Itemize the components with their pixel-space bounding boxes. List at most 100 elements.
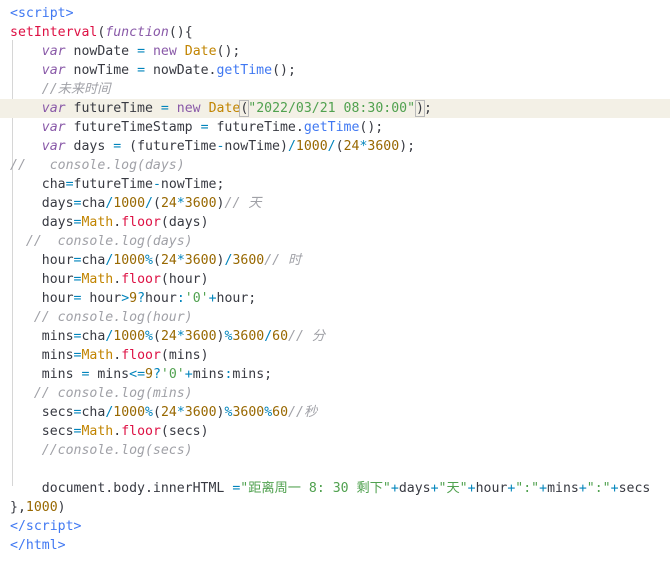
code-line[interactable]: days=cha/1000/(24*3600)// 天 bbox=[10, 194, 670, 213]
code-line[interactable]: //未来时间 bbox=[10, 80, 670, 99]
code-token: Math bbox=[81, 348, 114, 363]
code-token: mins bbox=[10, 348, 74, 363]
code-token: days bbox=[10, 196, 74, 211]
code-token: + bbox=[578, 481, 587, 496]
code-token: document.body.innerHTML bbox=[10, 481, 233, 496]
code-token: days bbox=[10, 215, 74, 230]
code-token: 3600 bbox=[232, 253, 265, 268]
code-line[interactable]: <script> bbox=[10, 4, 670, 23]
code-token: + bbox=[184, 367, 193, 382]
code-token: cha bbox=[10, 177, 66, 192]
code-token: mins bbox=[547, 481, 579, 496]
code-token: 1000 bbox=[113, 329, 146, 344]
code-token: ; bbox=[423, 101, 432, 116]
code-token: + bbox=[539, 481, 548, 496]
code-token: % bbox=[145, 329, 153, 344]
code-line[interactable]: var futureTimeStamp = futureTime.getTime… bbox=[10, 118, 670, 137]
code-token: setInterval bbox=[10, 25, 98, 40]
code-token: // console.log(hour) bbox=[10, 310, 193, 325]
code-line[interactable]: var days = (futureTime-nowTime)/1000/(24… bbox=[10, 137, 670, 156]
code-token: //console.log(secs) bbox=[10, 443, 193, 458]
code-token: * bbox=[176, 253, 185, 268]
code-line[interactable]: mins = mins<=9?'0'+mins:mins; bbox=[10, 365, 670, 384]
code-token: + bbox=[467, 481, 476, 496]
code-token: > bbox=[121, 291, 130, 306]
code-token: mins bbox=[192, 367, 225, 382]
code-token: <script> bbox=[10, 6, 74, 21]
code-token: 1000 bbox=[295, 139, 328, 154]
code-token: 3600 bbox=[232, 405, 265, 420]
code-token: (hour) bbox=[160, 272, 209, 287]
code-token: 1000 bbox=[25, 500, 58, 515]
code-token: 3600 bbox=[184, 405, 217, 420]
code-token: mins bbox=[89, 367, 130, 382]
code-line[interactable]: // console.log(days) bbox=[10, 156, 670, 175]
code-token: 3600 bbox=[184, 253, 217, 268]
code-token: / bbox=[327, 139, 336, 154]
code-token: days bbox=[398, 481, 431, 496]
code-token: ) bbox=[216, 196, 225, 211]
code-token: // console.log(days) bbox=[10, 234, 193, 249]
code-line[interactable]: hour=Math.floor(hour) bbox=[10, 270, 670, 289]
code-token: futureTime bbox=[73, 177, 153, 192]
code-token: 24 bbox=[160, 253, 177, 268]
code-line[interactable] bbox=[10, 460, 670, 479]
code-token: * bbox=[176, 405, 185, 420]
code-token: nowTime bbox=[65, 63, 138, 78]
code-token: = bbox=[137, 44, 146, 59]
code-line[interactable]: // console.log(hour) bbox=[10, 308, 670, 327]
code-token: ) bbox=[57, 500, 66, 515]
code-token: . bbox=[113, 215, 122, 230]
code-line[interactable]: // console.log(mins) bbox=[10, 384, 670, 403]
code-line[interactable]: </html> bbox=[10, 536, 670, 555]
code-token: cha bbox=[81, 196, 106, 211]
code-token: nowTime) bbox=[224, 139, 288, 154]
code-token: ( bbox=[152, 253, 161, 268]
code-line[interactable]: },1000) bbox=[10, 498, 670, 517]
code-line[interactable]: </script> bbox=[10, 517, 670, 536]
code-line[interactable]: var nowDate = new Date(); bbox=[10, 42, 670, 61]
code-token: . bbox=[113, 348, 122, 363]
code-editor[interactable]: ⁀ <script>setInterval(function(){ var no… bbox=[0, 0, 670, 570]
code-line[interactable]: //console.log(secs) bbox=[10, 441, 670, 460]
code-line[interactable]: mins=Math.floor(mins) bbox=[10, 346, 670, 365]
code-token: (days) bbox=[160, 215, 209, 230]
code-token: ) bbox=[415, 100, 425, 117]
code-token: + bbox=[610, 481, 619, 496]
code-token: + bbox=[390, 481, 399, 496]
code-line[interactable]: mins=cha/1000%(24*3600)%3600/60// 分 bbox=[10, 327, 670, 346]
code-token: //秒 bbox=[288, 405, 318, 420]
code-token: mins bbox=[10, 367, 82, 382]
code-token: : bbox=[176, 291, 185, 306]
code-token: floor bbox=[121, 272, 161, 287]
code-line[interactable]: setInterval(function(){ bbox=[10, 23, 670, 42]
code-line[interactable]: document.body.innerHTML ="距离周一 8: 30 剩下"… bbox=[10, 479, 670, 498]
code-line[interactable]: secs=cha/1000%(24*3600)%3600%60//秒 bbox=[10, 403, 670, 422]
code-token: "天" bbox=[438, 481, 468, 496]
code-token: * bbox=[176, 196, 185, 211]
code-token: futureTimeStamp bbox=[65, 120, 201, 135]
code-line[interactable]: var nowTime = nowDate.getTime(); bbox=[10, 61, 670, 80]
code-line[interactable]: secs=Math.floor(secs) bbox=[10, 422, 670, 441]
code-token: </ bbox=[10, 519, 26, 534]
code-token: % bbox=[264, 405, 273, 420]
code-line[interactable]: hour= hour>9?hour:'0'+hour; bbox=[10, 289, 670, 308]
code-line[interactable]: var futureTime = new Date("2022/03/21 08… bbox=[0, 99, 670, 118]
code-token: </ bbox=[10, 538, 26, 553]
code-token: }, bbox=[10, 500, 26, 515]
code-token: // 天 bbox=[224, 196, 262, 211]
code-line[interactable]: // console.log(days) bbox=[10, 232, 670, 251]
code-line[interactable]: days=Math.floor(days) bbox=[10, 213, 670, 232]
code-token: var bbox=[41, 120, 66, 135]
code-line[interactable]: cha=futureTime-nowTime; bbox=[10, 175, 670, 194]
code-token: 60 bbox=[272, 405, 289, 420]
code-line[interactable]: hour=cha/1000%(24*3600)/3600// 时 bbox=[10, 251, 670, 270]
code-token: % bbox=[145, 253, 153, 268]
code-token: "距离周一 8: 30 剩下" bbox=[240, 481, 391, 496]
code-token: Math bbox=[81, 215, 114, 230]
code-token: = bbox=[200, 120, 209, 135]
code-token: 3600 bbox=[184, 329, 217, 344]
code-token: / bbox=[264, 329, 273, 344]
